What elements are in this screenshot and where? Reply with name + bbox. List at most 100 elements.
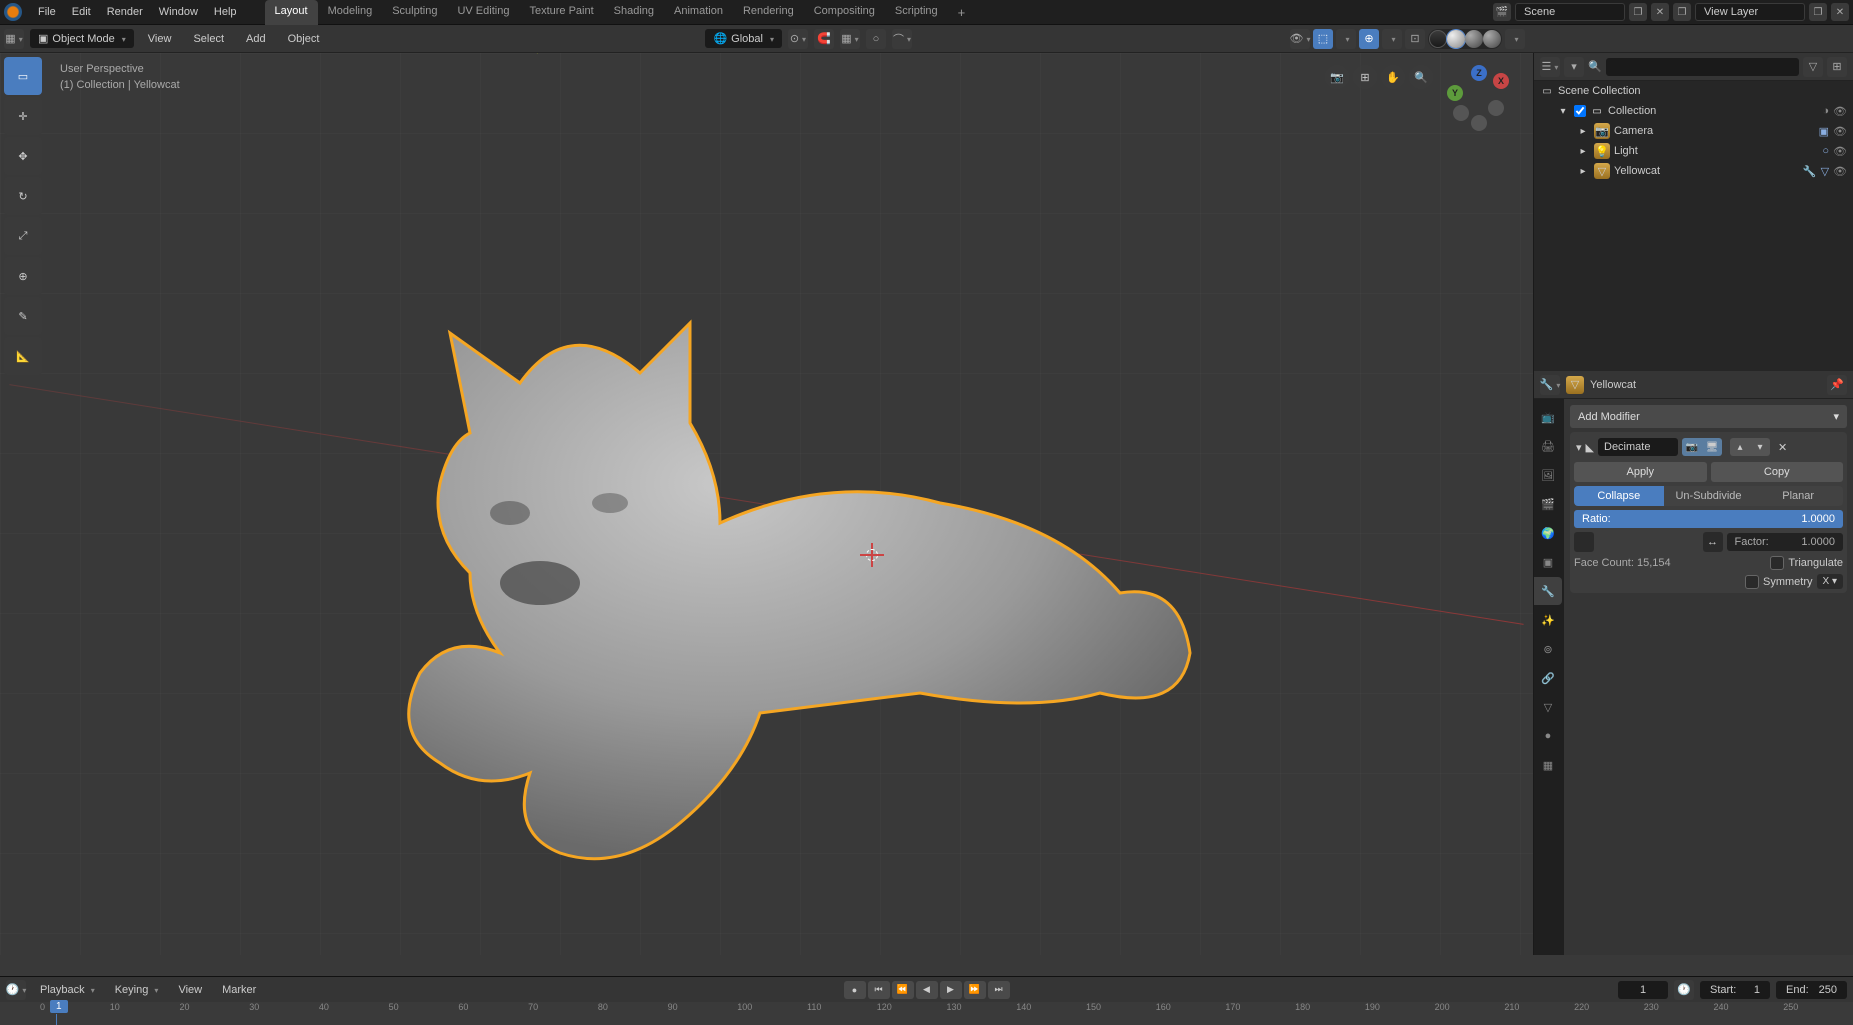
add-modifier-button[interactable]: Add Modifier ▾ — [1570, 405, 1847, 428]
tab-shading[interactable]: Shading — [604, 0, 664, 25]
disclosure-icon[interactable]: ▸ — [1576, 164, 1590, 178]
disclosure-icon[interactable]: ▸ — [1576, 144, 1590, 158]
transform-tool[interactable]: ⊕ — [4, 257, 42, 295]
visibility-dropdown[interactable]: 👁 — [1290, 29, 1310, 49]
scene-new-button[interactable]: ❐ — [1629, 3, 1647, 21]
proportional-falloff-button[interactable]: ⌒ — [892, 29, 912, 49]
jump-prev-key-button[interactable]: ⏪ — [892, 981, 914, 999]
factor-slider[interactable]: Factor: 1.0000 — [1727, 533, 1844, 551]
eye-icon[interactable]: 👁 — [1833, 105, 1847, 118]
move-down-button[interactable]: ▾ — [1750, 438, 1770, 456]
auto-keying-button[interactable]: ● — [844, 981, 866, 999]
tab-layout[interactable]: Layout — [265, 0, 318, 25]
menu-edit[interactable]: Edit — [64, 2, 99, 22]
eye-icon[interactable]: 👁 — [1833, 145, 1847, 158]
toggle-view-button[interactable]: ⊞ — [1353, 65, 1377, 89]
tab-sculpting[interactable]: Sculpting — [382, 0, 447, 25]
scene-browse-icon[interactable]: 🎬 — [1493, 3, 1511, 21]
gizmo-neg-z[interactable] — [1471, 115, 1487, 131]
preview-range-button[interactable]: 🕐 — [1674, 980, 1694, 1000]
pivot-point-button[interactable]: ⊙ — [788, 29, 808, 49]
collapse-mode-tab[interactable]: Collapse — [1574, 486, 1664, 506]
pin-button[interactable]: 📌 — [1827, 375, 1847, 395]
play-reverse-button[interactable]: ◀ — [916, 981, 938, 999]
mesh-object-yellowcat[interactable] — [380, 293, 1200, 893]
eye-icon[interactable]: 👁 — [1833, 165, 1847, 178]
viewport-3d[interactable]: User Perspective (1) Collection | Yellow… — [0, 53, 1533, 955]
rotate-tool[interactable]: ↻ — [4, 177, 42, 215]
viewlayer-new-button[interactable]: ❐ — [1809, 3, 1827, 21]
ratio-slider[interactable]: Ratio: 1.0000 — [1574, 510, 1843, 528]
timeline-playback-menu[interactable]: Playback — [34, 981, 101, 999]
move-tool[interactable]: ✥ — [4, 137, 42, 175]
symmetry-checkbox[interactable] — [1745, 575, 1759, 589]
gizmo-toggle-button[interactable]: ⬚ — [1313, 29, 1333, 49]
outliner-search-input[interactable] — [1606, 58, 1799, 76]
outliner-editor-type[interactable]: ☰ — [1540, 57, 1560, 77]
tree-camera[interactable]: ▸ 📷 Camera ▣ 👁 — [1534, 121, 1853, 141]
modifier-name-input[interactable] — [1598, 438, 1678, 456]
jump-start-button[interactable]: ⏮ — [868, 981, 890, 999]
move-up-button[interactable]: ▴ — [1730, 438, 1750, 456]
header-menu-object[interactable]: Object — [280, 29, 328, 49]
orientation-selector[interactable]: 🌐 Global — [705, 29, 782, 48]
modifier-tab-icon[interactable]: 🔧 — [1534, 577, 1562, 605]
properties-editor-type[interactable]: 🔧 — [1540, 375, 1560, 395]
annotate-tool[interactable]: ✎ — [4, 297, 42, 335]
physics-tab-icon[interactable]: ⊚ — [1534, 635, 1562, 663]
current-frame-input[interactable]: 1 — [1618, 981, 1668, 999]
tab-rendering[interactable]: Rendering — [733, 0, 804, 25]
overlays-options-button[interactable] — [1382, 29, 1402, 49]
gizmo-neg-y[interactable] — [1488, 100, 1504, 116]
tab-compositing[interactable]: Compositing — [804, 0, 885, 25]
camera-data-icon[interactable]: ▣ — [1819, 125, 1829, 138]
jump-end-button[interactable]: ⏭ — [988, 981, 1010, 999]
material-tab-icon[interactable]: ● — [1534, 722, 1562, 750]
mesh-data-icon[interactable]: ▽ — [1821, 165, 1829, 178]
tab-texture-paint[interactable]: Texture Paint — [519, 0, 603, 25]
modifier-wrench-icon[interactable]: 🔧 — [1803, 165, 1817, 178]
start-frame-input[interactable]: Start: 1 — [1700, 981, 1770, 999]
timeline-keying-menu[interactable]: Keying — [109, 981, 165, 999]
outliner-filter-button[interactable]: ▽ — [1803, 57, 1823, 77]
navigation-gizmo[interactable]: X Y Z — [1443, 65, 1515, 137]
world-tab-icon[interactable]: 🌍 — [1534, 519, 1562, 547]
disclosure-icon[interactable]: ▾ — [1576, 441, 1582, 454]
snap-toggle-button[interactable]: 🧲 — [814, 29, 834, 49]
unsubdivide-mode-tab[interactable]: Un-Subdivide — [1664, 486, 1754, 506]
disclosure-icon[interactable]: ▸ — [1576, 124, 1590, 138]
header-menu-add[interactable]: Add — [238, 29, 274, 49]
triangulate-checkbox[interactable] — [1770, 556, 1784, 570]
show-viewport-toggle[interactable]: 🖥 — [1702, 438, 1722, 456]
scene-name-input[interactable] — [1515, 3, 1625, 21]
timeline-view-menu[interactable]: View — [172, 981, 208, 999]
gizmo-x-axis[interactable]: X — [1493, 73, 1509, 89]
viewlayer-delete-button[interactable]: ✕ — [1831, 3, 1849, 21]
gizmo-y-axis[interactable]: Y — [1447, 85, 1463, 101]
constraints-tab-icon[interactable]: 🔗 — [1534, 664, 1562, 692]
measure-tool[interactable]: 📐 — [4, 337, 42, 375]
mode-selector[interactable]: ▣ Object Mode — [30, 29, 134, 48]
tab-modeling[interactable]: Modeling — [318, 0, 383, 25]
overlays-toggle-button[interactable]: ⊕ — [1359, 29, 1379, 49]
jump-next-key-button[interactable]: ⏩ — [964, 981, 986, 999]
eye-icon[interactable]: 👁 — [1833, 125, 1847, 138]
invert-vgroup-button[interactable]: ↔ — [1703, 532, 1723, 552]
outliner-display-mode[interactable]: ▾ — [1564, 57, 1584, 77]
viewlayer-browse-icon[interactable]: ❐ — [1673, 3, 1691, 21]
tab-scripting[interactable]: Scripting — [885, 0, 948, 25]
playhead-marker[interactable]: 1 — [50, 1000, 68, 1013]
editor-type-icon[interactable]: ▦ — [4, 29, 24, 49]
play-button[interactable]: ▶ — [940, 981, 962, 999]
timeline-track[interactable]: 1 01020304050607080901001101201301401501… — [0, 1002, 1853, 1025]
timeline-marker-menu[interactable]: Marker — [216, 981, 262, 999]
light-data-icon[interactable]: ○ — [1822, 145, 1829, 157]
disclosure-icon[interactable]: ▾ — [1556, 104, 1570, 118]
camera-view-button[interactable]: 📷 — [1325, 65, 1349, 89]
outliner-new-collection-button[interactable]: ⊞ — [1827, 57, 1847, 77]
remove-modifier-button[interactable]: ✕ — [1778, 441, 1787, 454]
wireframe-shading-button[interactable] — [1429, 30, 1447, 48]
object-tab-icon[interactable]: ▣ — [1534, 548, 1562, 576]
view-layer-input[interactable] — [1695, 3, 1805, 21]
header-menu-select[interactable]: Select — [185, 29, 232, 49]
